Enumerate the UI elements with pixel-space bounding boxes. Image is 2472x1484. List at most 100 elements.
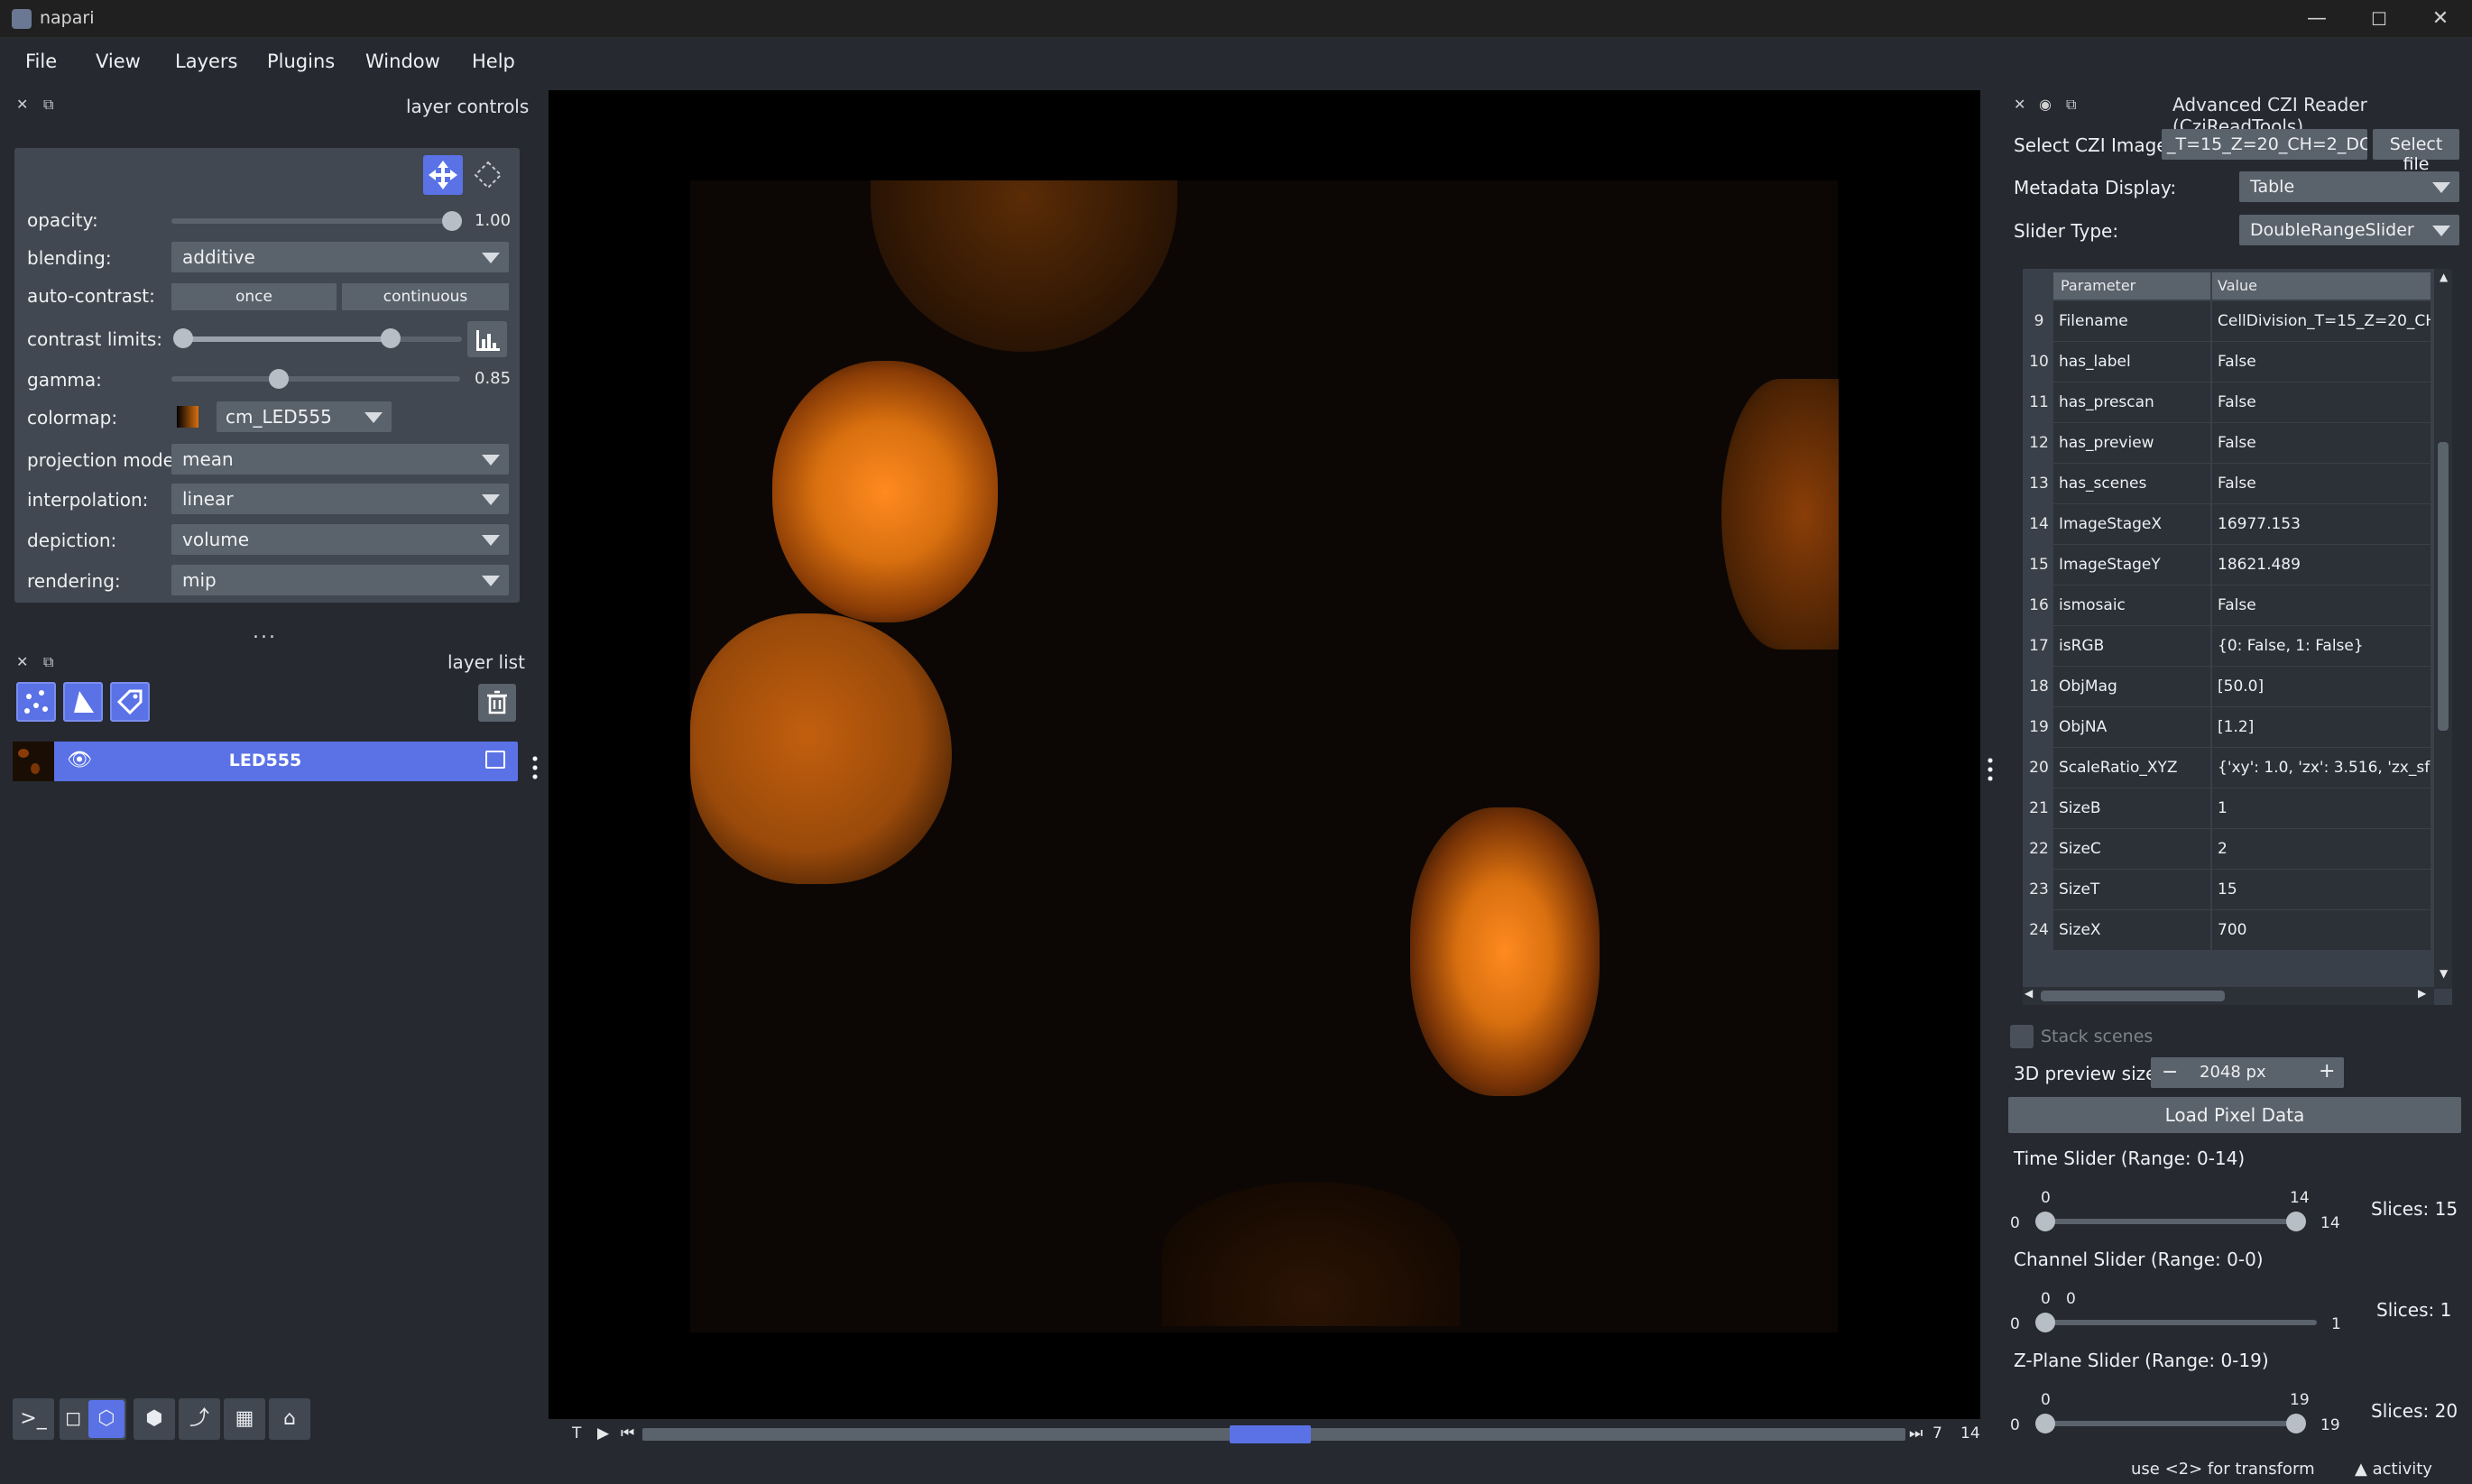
- auto-contrast-continuous-button[interactable]: continuous: [342, 283, 509, 310]
- dock-float-icon[interactable]: ⧉: [2066, 96, 2076, 114]
- table-cell-parameter[interactable]: ScaleRatio_XYZ: [2053, 748, 2210, 788]
- table-cell-parameter[interactable]: isRGB: [2053, 626, 2210, 667]
- dock-float-icon[interactable]: ⧉: [43, 653, 53, 671]
- scroll-up-icon[interactable]: ▲: [2440, 271, 2448, 283]
- grid-view-button[interactable]: ▦: [224, 1398, 265, 1440]
- play-icon[interactable]: ▶: [597, 1424, 609, 1443]
- roll-dimensions-button[interactable]: ⬢: [134, 1398, 175, 1440]
- table-cell-parameter[interactable]: ImageStageX: [2053, 504, 2210, 545]
- new-shapes-layer-button[interactable]: [63, 682, 103, 722]
- select-file-button[interactable]: Select file: [2373, 129, 2459, 174]
- table-cell-value[interactable]: False: [2212, 464, 2430, 504]
- layer-item-led555[interactable]: 👁 LED555: [13, 742, 518, 781]
- time-range-slider[interactable]: [2044, 1219, 2297, 1224]
- ndisplay-button[interactable]: ◻ ⬡: [60, 1398, 126, 1440]
- zplane-high-handle[interactable]: [2286, 1414, 2306, 1433]
- table-cell-parameter[interactable]: has_label: [2053, 342, 2210, 383]
- dock-close-icon[interactable]: ✕: [16, 653, 28, 670]
- menu-window[interactable]: Window: [365, 51, 440, 72]
- menu-layers[interactable]: Layers: [175, 51, 238, 72]
- auto-contrast-once-button[interactable]: once: [171, 283, 337, 310]
- table-cell-value[interactable]: False: [2212, 585, 2430, 626]
- dock-close-icon[interactable]: ✕: [2014, 96, 2025, 113]
- dock-float-icon[interactable]: ⧉: [43, 96, 53, 114]
- table-cell-value[interactable]: CellDivision_T=15_Z=20_CH=2: [2212, 301, 2430, 342]
- minimize-button[interactable]: —: [2285, 0, 2348, 38]
- table-cell-parameter[interactable]: ObjMag: [2053, 667, 2210, 707]
- current-frame[interactable]: 7: [1932, 1424, 1942, 1443]
- table-cell-value[interactable]: False: [2212, 423, 2430, 464]
- table-cell-value[interactable]: {'xy': 1.0, 'zx': 3.516, 'zx_sf': 3.5: [2212, 748, 2430, 788]
- menu-help[interactable]: Help: [472, 51, 515, 72]
- table-cell-value[interactable]: 16977.153: [2212, 504, 2430, 545]
- panel-resize-handle[interactable]: [532, 754, 538, 781]
- table-cell-value[interactable]: {0: False, 1: False}: [2212, 626, 2430, 667]
- table-vertical-scroll-thumb[interactable]: [2438, 442, 2449, 731]
- menu-plugins[interactable]: Plugins: [267, 51, 335, 72]
- table-cell-parameter[interactable]: has_prescan: [2053, 383, 2210, 423]
- table-cell-value[interactable]: 2: [2212, 829, 2430, 870]
- czi-file-path-field[interactable]: _T=15_Z=20_CH=2_DCV.czi: [2162, 129, 2367, 160]
- maximize-button[interactable]: ☐: [2347, 0, 2411, 38]
- table-cell-parameter[interactable]: SizeT: [2053, 870, 2210, 910]
- gamma-slider-handle[interactable]: [269, 369, 289, 389]
- right-panel-resize-handle[interactable]: [1988, 756, 1993, 783]
- contrast-low-handle[interactable]: [173, 328, 193, 348]
- table-cell-value[interactable]: False: [2212, 383, 2430, 423]
- transpose-button[interactable]: ⤴: [179, 1398, 220, 1440]
- dock-hide-icon[interactable]: ◉: [2039, 96, 2052, 113]
- new-points-layer-button[interactable]: [16, 682, 56, 722]
- delete-layer-button[interactable]: [478, 684, 516, 722]
- table-cell-value[interactable]: False: [2212, 342, 2430, 383]
- transform-button[interactable]: [468, 155, 508, 195]
- zplane-range-slider[interactable]: [2044, 1421, 2297, 1426]
- channel-handle[interactable]: [2035, 1313, 2055, 1332]
- depiction-select[interactable]: volume: [171, 524, 509, 555]
- time-high-handle[interactable]: [2286, 1212, 2306, 1231]
- table-cell-parameter[interactable]: ismosaic: [2053, 585, 2210, 626]
- pan-zoom-button[interactable]: [423, 155, 463, 195]
- time-scrollbar-thumb[interactable]: [1230, 1425, 1311, 1443]
- new-labels-layer-button[interactable]: [110, 682, 150, 722]
- splitter-handle[interactable]: ...: [253, 621, 277, 643]
- table-cell-value[interactable]: 700: [2212, 910, 2430, 951]
- scroll-left-icon[interactable]: ◀: [2025, 987, 2033, 1000]
- table-cell-value[interactable]: [50.0]: [2212, 667, 2430, 707]
- colormap-select[interactable]: cm_LED555: [217, 401, 392, 432]
- table-cell-value[interactable]: 15: [2212, 870, 2430, 910]
- gamma-slider[interactable]: [171, 376, 460, 382]
- slider-type-select[interactable]: DoubleRangeSlider: [2239, 215, 2459, 245]
- decrement-button[interactable]: −: [2162, 1061, 2178, 1083]
- projection-mode-select[interactable]: mean: [171, 444, 509, 475]
- reset-view-button[interactable]: ⌂: [269, 1398, 310, 1440]
- menu-file[interactable]: File: [25, 51, 57, 72]
- load-pixel-data-button[interactable]: Load Pixel Data: [2008, 1097, 2461, 1133]
- table-horizontal-scroll-thumb[interactable]: [2041, 991, 2225, 1001]
- table-cell-parameter[interactable]: SizeC: [2053, 829, 2210, 870]
- column-header-parameter[interactable]: Parameter: [2053, 272, 2210, 300]
- close-window-button[interactable]: ✕: [2409, 0, 2472, 38]
- interpolation-select[interactable]: linear: [171, 484, 509, 514]
- menu-view[interactable]: View: [96, 51, 141, 72]
- table-cell-value[interactable]: 18621.489: [2212, 545, 2430, 585]
- metadata-display-select[interactable]: Table: [2239, 171, 2459, 202]
- scroll-down-icon[interactable]: ▼: [2440, 967, 2448, 980]
- table-cell-parameter[interactable]: has_preview: [2053, 423, 2210, 464]
- activity-button[interactable]: ▲ activity: [2355, 1460, 2432, 1479]
- histogram-button[interactable]: [467, 321, 507, 357]
- dock-close-icon[interactable]: ✕: [16, 96, 28, 113]
- scroll-right-icon[interactable]: ▶: [2418, 987, 2426, 1000]
- preview-size-spinbox[interactable]: − 2048 px +: [2151, 1057, 2344, 1088]
- blending-select[interactable]: additive: [171, 242, 509, 272]
- channel-range-slider[interactable]: [2044, 1320, 2317, 1325]
- table-cell-parameter[interactable]: ImageStageY: [2053, 545, 2210, 585]
- table-cell-parameter[interactable]: SizeB: [2053, 788, 2210, 829]
- table-cell-value[interactable]: [1.2]: [2212, 707, 2430, 748]
- table-cell-parameter[interactable]: has_scenes: [2053, 464, 2210, 504]
- time-low-handle[interactable]: [2035, 1212, 2055, 1231]
- increment-button[interactable]: +: [2319, 1060, 2335, 1083]
- contrast-high-handle[interactable]: [381, 328, 401, 348]
- opacity-slider-handle[interactable]: [442, 211, 462, 231]
- rendering-select[interactable]: mip: [171, 565, 509, 595]
- stack-scenes-checkbox[interactable]: [2010, 1025, 2034, 1048]
